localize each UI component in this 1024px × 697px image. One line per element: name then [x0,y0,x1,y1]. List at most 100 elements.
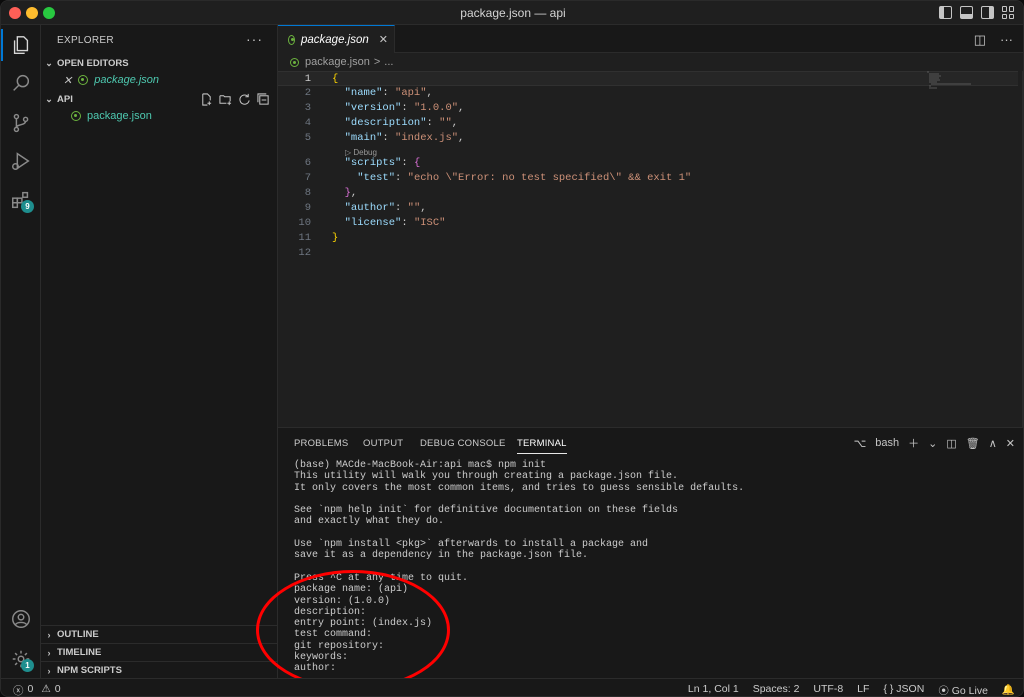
code-line: 8 }, [304,187,358,199]
tab-output[interactable]: OUTPUT [363,438,403,449]
notifications-bell-icon[interactable]: 🔔 [1002,683,1015,696]
error-icon: ⓧ [13,685,24,697]
activity-bar: 9 1 [1,25,41,678]
tab-problems[interactable]: PROBLEMS [294,438,348,449]
breadcrumb-file[interactable]: package.json [305,56,370,68]
go-live-button[interactable]: ⦿ Go Live [938,683,988,697]
source-control-icon[interactable] [1,105,41,141]
code-line: 2 "name": "api", [304,87,433,99]
customize-layout-icon[interactable] [1002,6,1015,19]
window-title: package.json — api [460,6,566,20]
terminal-output[interactable]: (base) MACde-MacBook-Air:api mac$ npm in… [294,460,1014,675]
explorer-file-package-json[interactable]: package.json [41,107,278,125]
breadcrumb-symbol[interactable]: ... [384,56,393,68]
language-mode[interactable]: { } JSON [883,683,924,696]
json-file-icon [288,34,295,45]
chevron-right-icon: › [47,647,51,658]
new-terminal-icon[interactable]: ＋ [908,435,919,451]
outline-section[interactable]: › OUTLINE [41,625,278,643]
terminal-line: It only covers the most common items, an… [294,482,745,494]
end-of-line[interactable]: LF [857,683,869,696]
chevron-down-icon: ⌄ [45,93,53,104]
terminal-line: Use `npm install <pkg>` afterwards to in… [294,539,649,551]
collapse-all-icon[interactable] [257,92,270,106]
terminal-line: save it as a dependency in the package.j… [294,550,589,562]
accounts-icon[interactable] [1,601,41,637]
split-terminal-icon[interactable]: ◫ [946,437,956,450]
folder-api-section[interactable]: ⌄ API [41,90,278,108]
toggle-secondary-sidebar-icon[interactable] [981,6,994,19]
code-line: 1{ [278,71,1018,86]
terminal-line: entry point: (index.js) [294,618,433,630]
toggle-primary-sidebar-icon[interactable] [939,6,952,19]
code-line: 4 "description": "", [304,117,459,129]
trash-icon[interactable]: 🗑 [966,437,980,450]
terminal-icon: ⌥ [853,437,867,450]
breadcrumb: package.json > ... [278,53,1023,71]
broadcast-icon: ⦿ [938,685,949,697]
code-line: 12 [298,247,311,259]
refresh-icon[interactable] [238,93,251,106]
terminal-line: See `npm help init` for definitive docum… [294,505,679,517]
terminal-line: package name: (api) [294,584,409,596]
chevron-down-icon: ⌄ [45,57,53,68]
toggle-panel-icon[interactable] [960,6,973,19]
split-editor-icon[interactable]: ◫ [974,32,986,48]
code-line: 11} [298,232,339,244]
timeline-section[interactable]: › TIMELINE [41,643,278,661]
extensions-badge: 9 [21,200,34,213]
problems-status[interactable]: ⓧ 0 ⚠ 0 [13,683,61,697]
code-line: 3 "version": "1.0.0", [304,102,465,114]
terminal-line: (base) MACde-MacBook-Air:api mac$ npm in… [294,460,547,471]
json-file-icon [290,57,299,67]
explorer-more-icon[interactable]: ··· [246,31,263,47]
terminal-line: keywords: [294,652,349,664]
tab-package-json[interactable]: package.json ✕ [278,25,395,53]
terminal-line: This utility will walk you through creat… [294,471,679,483]
search-icon[interactable] [1,65,41,101]
chevron-right-icon: › [47,665,51,676]
chevron-down-icon[interactable]: ⌄ [928,437,937,450]
editor-tab-bar: package.json ✕ ◫ ··· [278,25,1023,53]
new-file-icon[interactable] [200,92,213,106]
terminal-line: description: [294,606,367,618]
manage-badge: 1 [21,659,34,672]
indentation[interactable]: Spaces: 2 [753,683,800,696]
code-line: 5 "main": "index.js", [304,132,465,144]
manage-gear-icon[interactable]: 1 [1,641,41,677]
extensions-icon[interactable]: 9 [1,182,41,218]
terminal-shell-label[interactable]: bash [875,437,899,449]
more-actions-icon[interactable]: ··· [1000,32,1013,48]
code-line: 6 "scripts": { [304,157,421,169]
close-icon[interactable]: ✕ [63,74,72,87]
tab-terminal[interactable]: TERMINAL [517,438,567,454]
status-bar: ⓧ 0 ⚠ 0 Ln 1, Col 1 Spaces: 2 UTF-8 LF {… [1,678,1023,697]
cursor-position[interactable]: Ln 1, Col 1 [688,683,739,696]
new-folder-icon[interactable] [219,93,232,106]
code-editor[interactable]: 1{ 2 "name": "api", 3 "version": "1.0.0"… [278,71,1023,427]
npm-scripts-section[interactable]: › NPM SCRIPTS [41,661,278,679]
run-debug-icon[interactable] [1,143,41,179]
tab-debug-console[interactable]: DEBUG CONSOLE [420,438,505,449]
close-panel-icon[interactable]: ✕ [1006,437,1015,450]
code-line: 9 "author": "", [304,202,427,214]
code-line: 7 "test": "echo \"Error: no test specifi… [304,172,692,184]
close-tab-icon[interactable]: ✕ [379,33,388,46]
json-file-icon [71,111,81,121]
open-editors-section[interactable]: ⌄ OPEN EDITORS [41,54,278,72]
maximize-panel-icon[interactable]: ∧ [989,437,997,450]
explorer-icon[interactable] [1,27,41,63]
chevron-right-icon: › [47,629,51,640]
warning-icon: ⚠ [41,683,51,695]
encoding[interactable]: UTF-8 [813,683,843,696]
open-editor-item[interactable]: ✕ package.json [41,71,278,89]
minimap[interactable] [925,71,985,91]
json-file-icon [78,75,89,85]
terminal-line: version: (1.0.0) [294,595,391,607]
terminal-line: author: [294,663,337,675]
explorer-sidebar: EXPLORER ··· ⌄ OPEN EDITORS ✕ package.js… [41,25,278,678]
terminal-line: and exactly what they do. [294,516,445,528]
